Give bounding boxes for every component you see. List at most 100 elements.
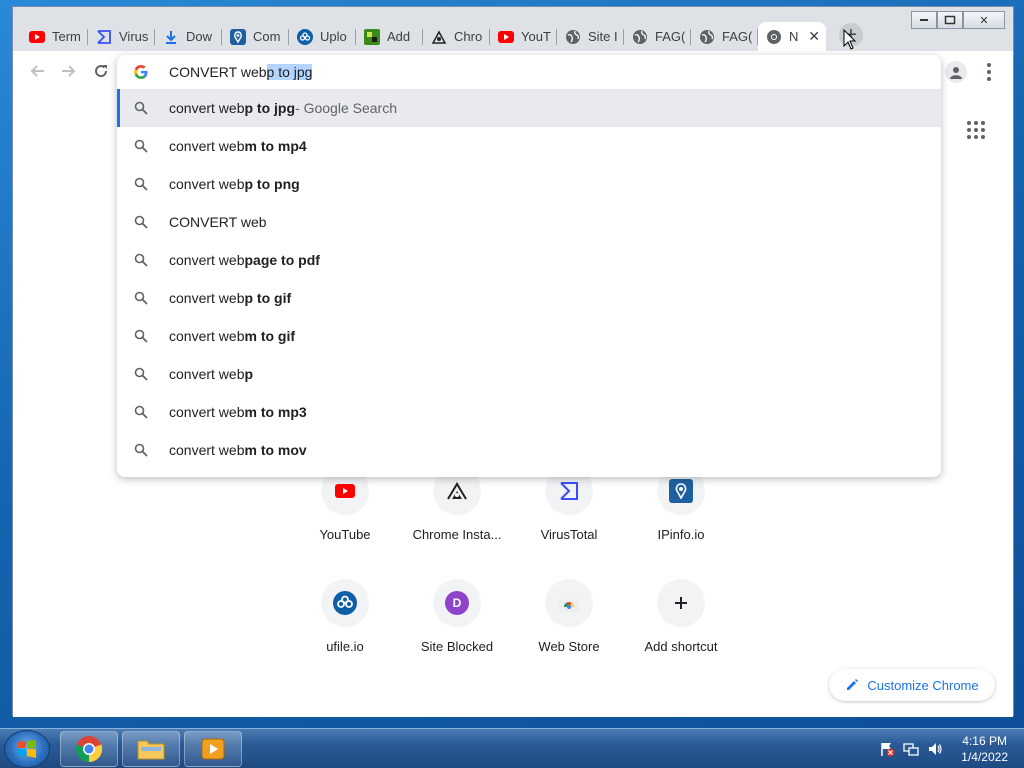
volume-icon[interactable] xyxy=(927,741,943,757)
youtube-icon xyxy=(29,29,45,45)
browser-tab[interactable]: Term xyxy=(21,22,88,51)
shortcut-tile[interactable]: Add shortcut xyxy=(625,579,737,654)
browser-tab[interactable]: Virus xyxy=(88,22,155,51)
omnibox-typed-text: CONVERT web xyxy=(169,64,267,80)
suggestion-prefix: convert web xyxy=(169,404,245,420)
tab-title: Term xyxy=(52,29,81,44)
browser-tab[interactable]: N ✕ xyxy=(758,22,826,51)
forward-arrow-icon[interactable] xyxy=(59,61,79,81)
suggestion-prefix: convert web xyxy=(169,100,245,116)
ufile-icon xyxy=(321,579,369,627)
apps-grid-icon[interactable] xyxy=(967,121,985,139)
title-bar: ✕ Term Virus Dow Com Uplo Add Chro YouT Site I FA… xyxy=(13,7,1013,51)
shortcut-tile[interactable]: ufile.io xyxy=(289,579,401,654)
tab-title: N xyxy=(789,29,799,44)
close-window-button[interactable]: ✕ xyxy=(963,11,1005,29)
tab-title: FAG( xyxy=(722,29,753,44)
system-tray: 4:16 PM 1/4/2022 xyxy=(879,729,1014,768)
globe-icon xyxy=(632,29,648,45)
tab-title: FAG( xyxy=(655,29,686,44)
search-icon xyxy=(133,328,149,344)
clock-date: 1/4/2022 xyxy=(961,750,1008,764)
taskbar-clock[interactable]: 4:16 PM 1/4/2022 xyxy=(961,733,1008,765)
suggestion-description: - Google Search xyxy=(295,100,397,116)
tab-title: Virus xyxy=(119,29,149,44)
search-icon xyxy=(133,100,149,116)
tab-title: Uplo xyxy=(320,29,347,44)
suggestion-prefix: convert web xyxy=(169,290,245,306)
suggestion-item[interactable]: convert web m to mp3 xyxy=(117,393,941,431)
suggestion-prefix: convert web xyxy=(169,366,245,382)
plus-icon xyxy=(657,579,705,627)
suggestion-item[interactable]: convert web m to gif xyxy=(117,317,941,355)
action-center-flag-icon[interactable] xyxy=(879,741,895,757)
tab-strip: Term Virus Dow Com Uplo Add Chro YouT Site I FAG(… xyxy=(21,22,826,51)
back-arrow-icon[interactable] xyxy=(27,61,47,81)
network-icon[interactable] xyxy=(903,741,919,757)
suggestion-item[interactable]: CONVERT web xyxy=(117,203,941,241)
suggestion-item[interactable]: convert web page to pdf xyxy=(117,241,941,279)
browser-tab[interactable]: Add xyxy=(356,22,423,51)
shortcut-tile[interactable]: YouTube xyxy=(289,467,401,542)
suggestion-item[interactable]: convert web m to mov xyxy=(117,431,941,469)
suggestion-completion: p xyxy=(244,366,254,382)
browser-tab[interactable]: Uplo xyxy=(289,22,356,51)
taskbar-media-player[interactable] xyxy=(184,731,242,767)
maximize-button[interactable] xyxy=(937,11,963,29)
browser-tab[interactable]: Com xyxy=(222,22,289,51)
suggestion-completion: m to mp3 xyxy=(244,404,307,420)
tab-title: Chro xyxy=(454,29,483,44)
suggestion-item[interactable]: convert web p to png xyxy=(117,165,941,203)
suggestion-completion: m to mov xyxy=(244,442,307,458)
search-icon xyxy=(133,214,149,230)
globe-icon xyxy=(565,29,581,45)
shortcut-label: Chrome Insta... xyxy=(412,527,502,542)
shortcut-tile[interactable]: D Site Blocked xyxy=(401,579,513,654)
youtube-icon xyxy=(498,29,514,45)
shortcut-label: ufile.io xyxy=(326,639,364,654)
chrome-menu-button[interactable] xyxy=(981,61,997,83)
windows-logo-icon xyxy=(18,740,36,758)
letter-d-icon: D xyxy=(433,579,481,627)
chrome-installer-icon xyxy=(431,29,447,45)
start-button[interactable] xyxy=(4,730,50,768)
google-g-icon xyxy=(133,64,149,80)
browser-tab[interactable]: Site I xyxy=(557,22,624,51)
search-icon xyxy=(133,366,149,382)
browser-tab[interactable]: Dow xyxy=(155,22,222,51)
chrome-icon xyxy=(766,29,782,45)
taskbar-explorer[interactable] xyxy=(122,731,180,767)
browser-tab[interactable]: Chro xyxy=(423,22,490,51)
search-icon xyxy=(133,252,149,268)
suggestion-prefix: convert web xyxy=(169,138,245,154)
shortcut-tile[interactable]: IPinfo.io xyxy=(625,467,737,542)
suggestion-item[interactable]: convert web p xyxy=(117,355,941,393)
close-tab-icon[interactable]: ✕ xyxy=(808,28,820,45)
chrome-icon xyxy=(75,736,103,763)
download-icon xyxy=(163,29,179,45)
omnibox-dropdown: CONVERT web p to jpg convert web p to jpg … xyxy=(117,55,941,477)
shortcut-tile[interactable]: VirusTotal xyxy=(513,467,625,542)
shortcut-tile[interactable]: Chrome Insta... xyxy=(401,467,513,542)
minimize-button[interactable] xyxy=(911,11,937,29)
windows-taskbar: 4:16 PM 1/4/2022 xyxy=(0,728,1024,768)
suggestion-item[interactable]: convert web p to jpg - Google Search xyxy=(117,89,941,127)
shortcut-tile[interactable]: Web Store xyxy=(513,579,625,654)
browser-tab[interactable]: FAG( xyxy=(624,22,691,51)
shortcut-label: Site Blocked xyxy=(420,639,494,654)
browser-tab[interactable]: FAG( xyxy=(691,22,758,51)
reload-icon[interactable] xyxy=(91,61,111,81)
profile-avatar-icon[interactable] xyxy=(945,61,967,83)
address-bar-input[interactable]: CONVERT web p to jpg xyxy=(117,55,941,89)
globe-icon xyxy=(699,29,715,45)
shortcut-label: Add shortcut xyxy=(644,639,718,654)
customize-chrome-button[interactable]: Customize Chrome xyxy=(829,669,995,701)
ufile-icon xyxy=(297,28,313,45)
browser-tab[interactable]: YouT xyxy=(490,22,557,51)
suggestion-completion: m to gif xyxy=(244,328,296,344)
taskbar-chrome[interactable] xyxy=(60,731,118,767)
tab-title: Dow xyxy=(186,29,213,44)
suggestion-item[interactable]: convert web p to gif xyxy=(117,279,941,317)
clock-time: 4:16 PM xyxy=(962,734,1007,748)
suggestion-item[interactable]: convert web m to mp4 xyxy=(117,127,941,165)
